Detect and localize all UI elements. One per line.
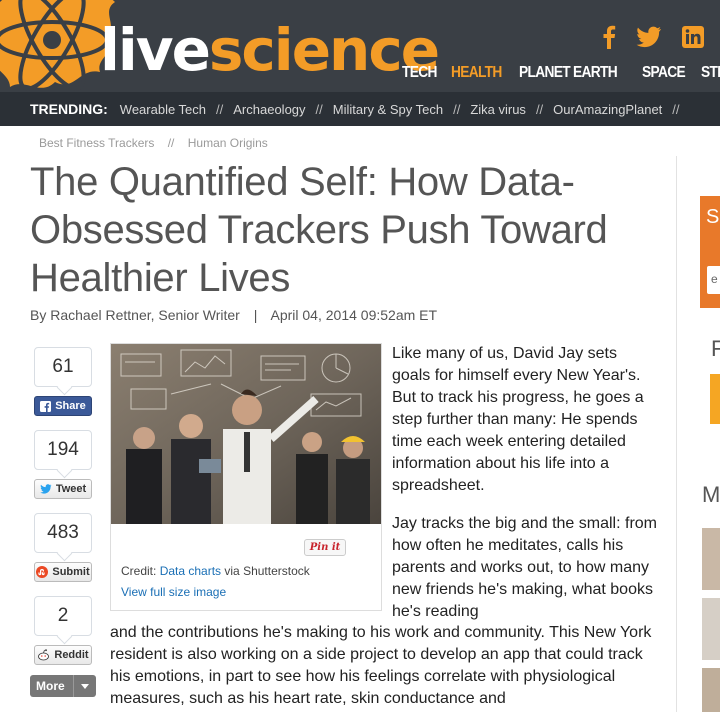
facebook-share-button[interactable]: Share bbox=[34, 396, 92, 416]
newsletter-email-input[interactable]: e bbox=[707, 266, 720, 294]
tweet-button[interactable]: Tweet bbox=[34, 479, 92, 499]
reddit-share-widget: 2 Reddit bbox=[30, 596, 96, 665]
nav-item-strange-news[interactable]: STRANGE NEW bbox=[701, 64, 720, 82]
linkedin-link[interactable] bbox=[680, 24, 706, 50]
nav-item-tech[interactable]: TECH bbox=[402, 64, 437, 82]
reddit-button[interactable]: Reddit bbox=[34, 645, 92, 665]
facebook-icon bbox=[40, 400, 52, 412]
trending-separator: // bbox=[535, 101, 544, 117]
trending-separator: // bbox=[216, 101, 224, 117]
stumbleupon-submit-button[interactable]: Submit bbox=[34, 562, 92, 582]
share-button-label: Submit bbox=[52, 566, 90, 578]
rail-thumbnail[interactable] bbox=[702, 598, 720, 660]
trending-link[interactable]: Wearable Tech bbox=[120, 102, 206, 117]
trending-separator: // bbox=[672, 101, 680, 117]
logo-live-text: live bbox=[100, 16, 211, 84]
article-paragraph: and the contributions he's making to his… bbox=[110, 624, 652, 707]
share-button-label: Share bbox=[55, 400, 86, 412]
facebook-icon bbox=[603, 25, 616, 49]
nav-item-space[interactable]: SPACE bbox=[642, 64, 686, 82]
stumbleupon-icon bbox=[36, 566, 49, 578]
article-photo[interactable] bbox=[111, 344, 381, 524]
rail-section-heading: F bbox=[711, 336, 720, 361]
trending-link[interactable]: OurAmazingPlanet bbox=[553, 102, 662, 117]
trending-bar: TRENDING: Wearable Tech // Archaeology /… bbox=[0, 92, 720, 126]
main-nav: TECH HEALTH PLANET EARTH SPACE STRANGE N… bbox=[402, 64, 720, 82]
right-rail-divider bbox=[676, 156, 677, 712]
rail-thumbnail[interactable] bbox=[702, 528, 720, 590]
trending-link[interactable]: Zika virus bbox=[470, 102, 526, 117]
trending-link[interactable]: Military & Spy Tech bbox=[333, 102, 443, 117]
share-count: 2 bbox=[34, 596, 92, 636]
share-button-label: Tweet bbox=[55, 483, 87, 495]
more-share-button[interactable]: More bbox=[30, 675, 96, 697]
author: By Rachael Rettner, Senior Writer bbox=[30, 307, 240, 323]
trending-separator: // bbox=[315, 101, 323, 117]
linkedin-icon bbox=[682, 26, 704, 48]
nav-item-health[interactable]: HEALTH bbox=[451, 64, 502, 82]
nav-item-planet-earth[interactable]: PLANET EARTH bbox=[519, 64, 618, 82]
stumbleupon-share-widget: 483 Submit bbox=[30, 513, 96, 582]
article-paragraph: Like many of us, David Jay sets goals fo… bbox=[392, 345, 644, 494]
trending-label: TRENDING: bbox=[30, 101, 108, 117]
share-count: 194 bbox=[34, 430, 92, 470]
twitter-icon bbox=[636, 26, 661, 48]
credit-suffix: via Shutterstock bbox=[224, 564, 310, 578]
facebook-share-widget: 61 Share bbox=[30, 347, 96, 416]
view-full-size-link[interactable]: View full size image bbox=[121, 585, 226, 599]
site-header: livescience TECH HEALTH PLANET EARTH SPA… bbox=[0, 0, 720, 92]
more-label: More bbox=[30, 675, 74, 697]
article-figure: Pin it Credit: Data charts via Shutterst… bbox=[110, 343, 382, 611]
reddit-icon bbox=[38, 649, 50, 661]
pinterest-pin-button[interactable]: Pin it bbox=[304, 539, 346, 556]
share-count: 61 bbox=[34, 347, 92, 387]
breadcrumb-separator: // bbox=[167, 136, 175, 150]
twitter-icon bbox=[40, 484, 52, 494]
facebook-link[interactable] bbox=[596, 24, 622, 50]
breadcrumb-item[interactable]: Human Origins bbox=[188, 136, 268, 150]
site-logo[interactable]: livescience bbox=[100, 16, 440, 84]
publish-date: April 04, 2014 09:52am ET bbox=[270, 307, 438, 323]
byline-separator: | bbox=[253, 307, 258, 323]
rail-promo-button[interactable] bbox=[710, 374, 720, 424]
newsletter-heading: S bbox=[706, 206, 720, 228]
share-count: 483 bbox=[34, 513, 92, 553]
credit-link[interactable]: Data charts bbox=[160, 564, 221, 578]
photo-credit: Credit: Data charts via Shutterstock bbox=[121, 564, 310, 578]
breadcrumb: Best Fitness Trackers // Human Origins bbox=[39, 136, 268, 150]
share-button-label: Reddit bbox=[54, 649, 89, 661]
credit-prefix: Credit: bbox=[121, 564, 157, 578]
byline: By Rachael Rettner, Senior Writer | Apri… bbox=[30, 307, 437, 323]
twitter-link[interactable] bbox=[636, 24, 662, 50]
trending-separator: // bbox=[453, 101, 461, 117]
article-title: The Quantified Self: How Data-Obsessed T… bbox=[30, 160, 608, 300]
article-paragraph: Jay tracks the big and the small: from h… bbox=[392, 515, 657, 620]
chevron-down-icon bbox=[74, 683, 96, 689]
twitter-share-widget: 194 Tweet bbox=[30, 430, 96, 499]
breadcrumb-item[interactable]: Best Fitness Trackers bbox=[39, 136, 154, 150]
trending-link[interactable]: Archaeology bbox=[233, 102, 305, 117]
rail-section-heading: M bbox=[702, 482, 720, 507]
rail-thumbnail[interactable] bbox=[702, 668, 720, 712]
